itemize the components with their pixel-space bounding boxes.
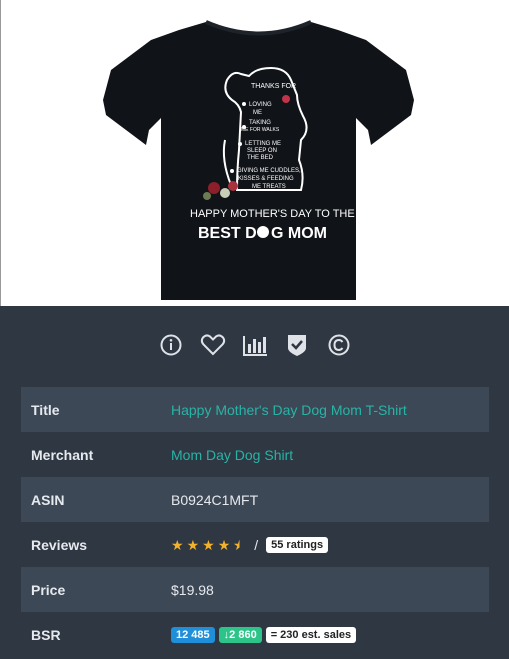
info-icon[interactable]	[157, 331, 185, 359]
row-reviews: Reviews ★ ★ ★ ★ ★ / 55 ratings	[21, 522, 489, 567]
shirt-text-thanks: THANKS FOR	[251, 83, 296, 90]
merchant-link[interactable]: Mom Day Dog Shirt	[171, 447, 293, 463]
action-icon-bar	[0, 330, 509, 360]
ratings-count-badge[interactable]: 55 ratings	[266, 536, 329, 553]
shirt-text-treats: ME TREATS	[252, 184, 286, 190]
half-star-icon: ★	[233, 538, 245, 552]
shirt-text-best: BEST D	[198, 225, 257, 242]
bsr-values: 12 485 ↓2 860 = 230 est. sales	[171, 626, 357, 643]
copyright-icon[interactable]	[325, 331, 353, 359]
price-value: $19.98	[171, 581, 214, 598]
shirt-text-walks: ME FOR WALKS	[241, 127, 280, 133]
row-asin: ASIN B0924C1MFT	[21, 477, 489, 522]
shirt-text-happy: HAPPY MOTHER'S DAY TO THE	[190, 208, 355, 220]
chart-icon[interactable]	[241, 331, 269, 359]
est-sales-badge: = 230 est. sales	[265, 626, 357, 643]
star-icon: ★	[186, 536, 200, 553]
rating-stars: ★ ★ ★ ★ ★ / 55 ratings	[171, 536, 329, 553]
shirt-text-loving: LOVING	[249, 102, 272, 108]
product-info-table: Title Happy Mother's Day Dog Mom T-Shirt…	[21, 387, 489, 657]
star-icon: ★	[171, 536, 184, 553]
shirt-text-me: ME	[253, 110, 262, 116]
label-asin: ASIN	[31, 491, 65, 508]
star-icon: ★	[202, 536, 215, 553]
product-image: THANKS FOR LOVING ME TAKING ME FOR WALKS…	[0, 0, 509, 306]
label-bsr: BSR	[31, 626, 61, 643]
row-bsr: BSR 12 485 ↓2 860 = 230 est. sales	[21, 612, 489, 657]
label-price: Price	[31, 581, 66, 598]
label-merchant: Merchant	[31, 446, 94, 463]
asin-value: B0924C1MFT	[171, 491, 259, 508]
shirt-text-giving: GIVING ME CUDDLES,	[237, 168, 301, 174]
bsr-change-value: 2 860	[229, 628, 257, 641]
star-icon: ★	[217, 536, 231, 553]
heart-icon[interactable]	[199, 331, 227, 359]
shirt-text-letting: LETTING ME	[245, 141, 281, 147]
bsr-change-badge[interactable]: ↓2 860	[218, 626, 262, 643]
bsr-rank-badge[interactable]: 12 485	[171, 626, 215, 643]
row-title: Title Happy Mother's Day Dog Mom T-Shirt	[21, 387, 489, 432]
label-reviews: Reviews	[31, 536, 88, 553]
shirt-text-mom: G MOM	[271, 225, 327, 242]
shirt-text-taking: TAKING	[249, 120, 271, 126]
row-merchant: Merchant Mom Day Dog Shirt	[21, 432, 489, 477]
title-link[interactable]: Happy Mother's Day Dog Mom T-Shirt	[171, 402, 407, 418]
shirt-text-bed: THE BED	[247, 155, 274, 161]
svg-text:★: ★	[233, 538, 245, 552]
shirt-text-sleep: SLEEP ON	[247, 148, 277, 154]
product-info-panel: Title Happy Mother's Day Dog Mom T-Shirt…	[0, 306, 509, 659]
row-price: Price $19.98	[21, 567, 489, 612]
label-title: Title	[31, 401, 60, 418]
shirt-text-kisses: KISSES & FEEDING	[238, 176, 294, 182]
tshirt-image: THANKS FOR LOVING ME TAKING ME FOR WALKS…	[103, 20, 414, 300]
shield-check-icon[interactable]	[283, 331, 311, 359]
rating-separator: /	[254, 536, 259, 553]
